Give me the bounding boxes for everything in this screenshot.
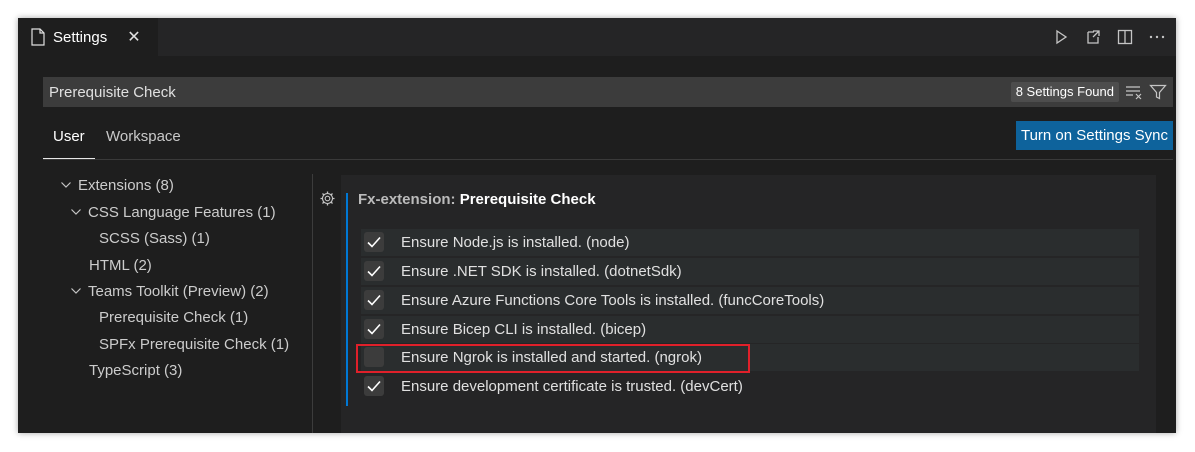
- tree-item-label: Teams Toolkit (Preview) (2): [88, 283, 269, 300]
- settings-found-badge: 8 Settings Found: [1010, 82, 1119, 102]
- settings-sync-button[interactable]: Turn on Settings Sync: [1015, 121, 1173, 150]
- tree-item-label: SPFx Prerequisite Check (1): [99, 336, 290, 353]
- chevron-down-icon: [71, 288, 81, 294]
- checkmark-icon: [367, 236, 381, 248]
- setting-category: Fx-extension:: [358, 191, 460, 208]
- tree-item-label: TypeScript (3): [89, 362, 183, 379]
- tree-item-scss[interactable]: SCSS (Sass) (1): [99, 227, 210, 251]
- tree-item-label: Prerequisite Check (1): [99, 309, 249, 326]
- checkmark-icon: [367, 380, 381, 392]
- tree-item-prerequisite-check[interactable]: Prerequisite Check (1): [99, 306, 248, 330]
- file-icon: [31, 28, 45, 46]
- chevron-down-icon: [61, 182, 71, 188]
- split-editor-icon[interactable]: [1116, 28, 1134, 46]
- checkmark-icon: [367, 294, 381, 306]
- tab-bar: Settings ✕: [18, 18, 1176, 56]
- tree-item-typescript[interactable]: TypeScript (3): [89, 359, 182, 383]
- checkbox-dotnet-sdk[interactable]: [364, 261, 384, 281]
- tree-item-label: HTML (2): [89, 257, 152, 274]
- settings-window: Settings ✕ Prerequisite Check 8 Settings…: [18, 18, 1176, 433]
- checkbox-bicep[interactable]: [364, 319, 384, 339]
- setting-label: Ensure Bicep CLI is installed. (bicep): [401, 321, 647, 338]
- setting-row-dev-cert: Ensure development certificate is truste…: [361, 373, 1139, 400]
- tree-item-extensions[interactable]: Extensions (8): [60, 174, 174, 198]
- setting-row-func-core-tools: Ensure Azure Functions Core Tools is ins…: [361, 287, 1139, 314]
- filter-icon[interactable]: [1149, 83, 1167, 101]
- checkmark-icon: [367, 265, 381, 277]
- setting-label: Ensure development certificate is truste…: [401, 378, 743, 395]
- close-icon[interactable]: ✕: [127, 27, 140, 47]
- tree-item-css-language-features[interactable]: CSS Language Features (1): [70, 201, 276, 225]
- scope-tabs: User Workspace Turn on Settings Sync: [43, 121, 1173, 160]
- setting-group-title: Fx-extension: Prerequisite Check: [358, 190, 596, 210]
- tree-item-label: SCSS (Sass) (1): [99, 230, 210, 247]
- clear-filter-icon[interactable]: [1125, 83, 1143, 101]
- tree-item-spfx-prerequisite-check[interactable]: SPFx Prerequisite Check (1): [99, 333, 289, 357]
- tree-item-html[interactable]: HTML (2): [89, 254, 152, 278]
- checkbox-func-core-tools[interactable]: [364, 290, 384, 310]
- tab-user[interactable]: User: [43, 121, 95, 159]
- gear-icon[interactable]: [319, 190, 336, 207]
- checkbox-dev-cert[interactable]: [364, 376, 384, 396]
- focus-indicator: [346, 193, 348, 406]
- setting-label: Ensure .NET SDK is installed. (dotnetSdk…: [401, 263, 682, 280]
- tab-workspace[interactable]: Workspace: [106, 121, 181, 158]
- setting-row-dotnet-sdk: Ensure .NET SDK is installed. (dotnetSdk…: [361, 258, 1139, 285]
- setting-row-node: Ensure Node.js is installed. (node): [361, 229, 1139, 256]
- checkbox-node[interactable]: [364, 232, 384, 252]
- tree-item-label: Extensions (8): [78, 177, 174, 194]
- search-query: Prerequisite Check: [49, 83, 176, 101]
- search-input[interactable]: Prerequisite Check 8 Settings Found: [43, 77, 1173, 107]
- setting-name: Prerequisite Check: [459, 191, 596, 208]
- run-icon[interactable]: [1052, 28, 1070, 46]
- ngrok-highlight-box: [356, 344, 750, 373]
- tree-item-label: CSS Language Features (1): [88, 204, 276, 221]
- more-actions-icon[interactable]: [1148, 28, 1166, 46]
- checkmark-icon: [367, 323, 381, 335]
- tree-divider: [312, 174, 313, 433]
- tab-settings[interactable]: Settings ✕: [18, 18, 158, 56]
- editor-actions: [1052, 18, 1166, 56]
- open-settings-json-icon[interactable]: [1084, 28, 1102, 46]
- setting-row-bicep: Ensure Bicep CLI is installed. (bicep): [361, 316, 1139, 343]
- tab-title: Settings: [53, 28, 108, 46]
- tree-item-teams-toolkit[interactable]: Teams Toolkit (Preview) (2): [70, 280, 269, 304]
- chevron-down-icon: [71, 209, 81, 215]
- setting-label: Ensure Node.js is installed. (node): [401, 234, 630, 251]
- setting-label: Ensure Azure Functions Core Tools is ins…: [401, 292, 825, 309]
